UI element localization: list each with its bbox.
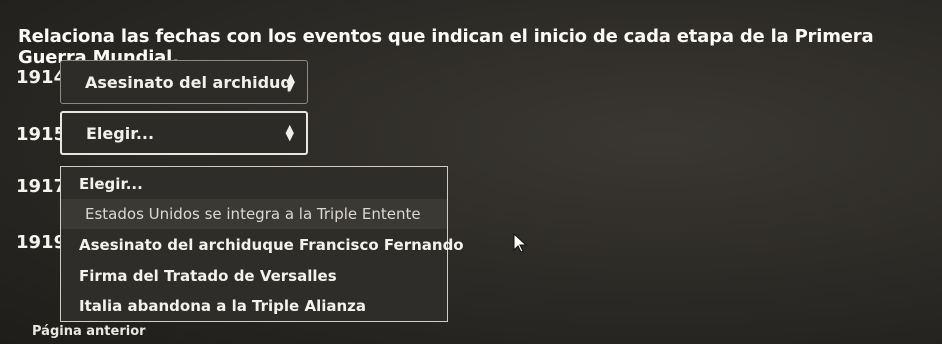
mouse-cursor-icon	[513, 233, 527, 253]
year-label-1919: 1919	[16, 232, 67, 253]
updown-arrows-icon: ▲ ▼	[285, 122, 294, 143]
dropdown-option[interactable]: Elegir...	[61, 169, 447, 199]
event-dropdown-list[interactable]: Elegir... Estados Unidos se integra a la…	[60, 166, 464, 322]
previous-page-link[interactable]: Página anterior	[32, 324, 146, 339]
updown-arrows-icon: ▲ ▼	[286, 71, 295, 92]
select-value: Elegir...	[86, 123, 155, 143]
year-label-1915: 1915	[16, 124, 67, 145]
event-select-1915[interactable]: Elegir... ▲ ▼	[60, 111, 308, 155]
dropdown-option[interactable]: Asesinato del archiduque Francisco Ferna…	[61, 230, 464, 260]
dropdown-option[interactable]: Italia abandona a la Triple Alianza	[61, 291, 447, 321]
event-select-1914[interactable]: Asesinato del archiduq ▲ ▼	[60, 60, 308, 104]
dropdown-option-highlighted[interactable]: Estados Unidos se integra a la Triple En…	[61, 199, 447, 229]
dropdown-option[interactable]: Firma del Tratado de Versalles	[61, 261, 447, 291]
select-value: Asesinato del archiduq	[85, 72, 292, 92]
year-label-1917: 1917	[16, 176, 67, 197]
year-label-1914: 1914	[16, 67, 67, 88]
